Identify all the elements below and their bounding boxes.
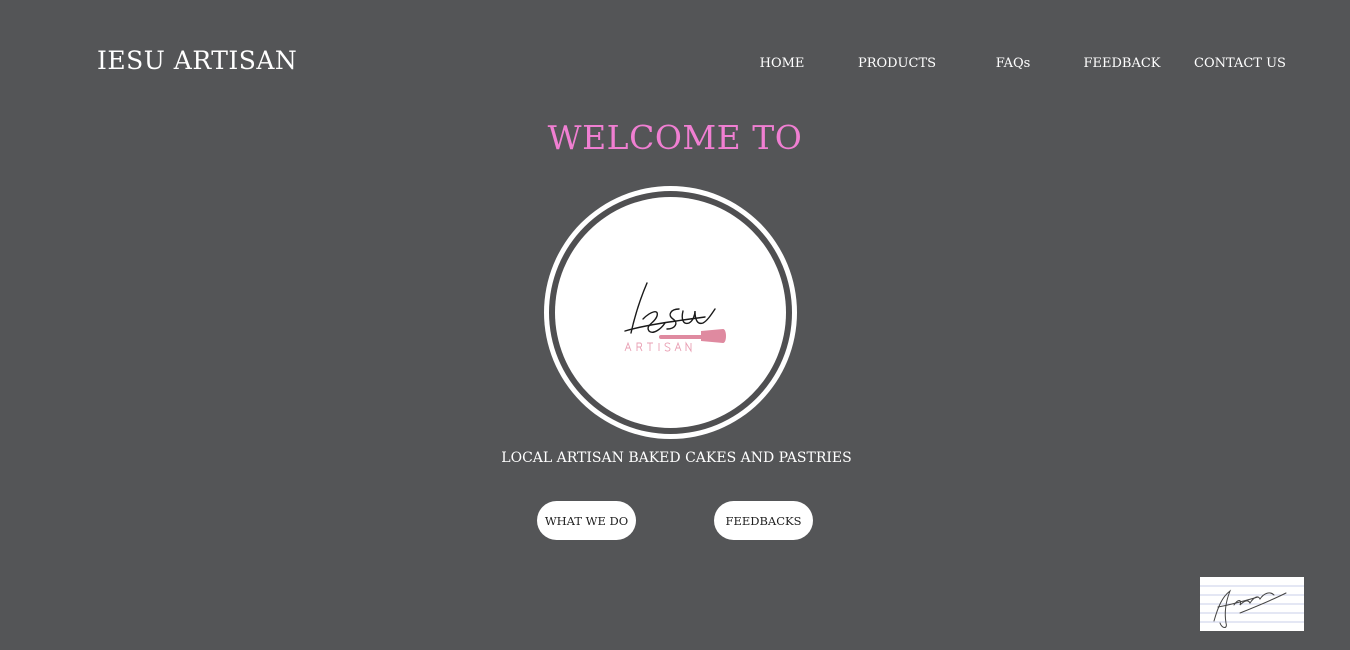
site-brand[interactable]: IESU ARTISAN	[97, 46, 297, 75]
brand-logo	[544, 186, 797, 439]
nav-item-products[interactable]: PRODUCTS	[858, 56, 936, 71]
what-we-do-button[interactable]: WHAT WE DO	[537, 501, 636, 540]
artisan-lettering	[624, 341, 692, 353]
welcome-heading: WELCOME TO	[547, 118, 803, 157]
hero-tagline: LOCAL ARTISAN BAKED CAKES AND PASTRIES	[501, 450, 852, 466]
script-lettering	[624, 282, 716, 334]
feedbacks-button[interactable]: FEEDBACKS	[714, 501, 813, 540]
signature-icon	[1200, 585, 1304, 628]
nav-item-feedback[interactable]: FEEDBACK	[1083, 56, 1160, 71]
logo-ring	[549, 191, 792, 434]
iesu-logo-mark	[624, 282, 726, 353]
signature-image	[1200, 577, 1304, 631]
nav-item-home[interactable]: HOME	[760, 56, 805, 71]
logo-face	[555, 197, 786, 428]
nav-item-contact-us[interactable]: CONTACT US	[1194, 56, 1286, 71]
nav-item-faqs[interactable]: FAQs	[996, 56, 1031, 71]
spatula-icon	[659, 329, 726, 343]
